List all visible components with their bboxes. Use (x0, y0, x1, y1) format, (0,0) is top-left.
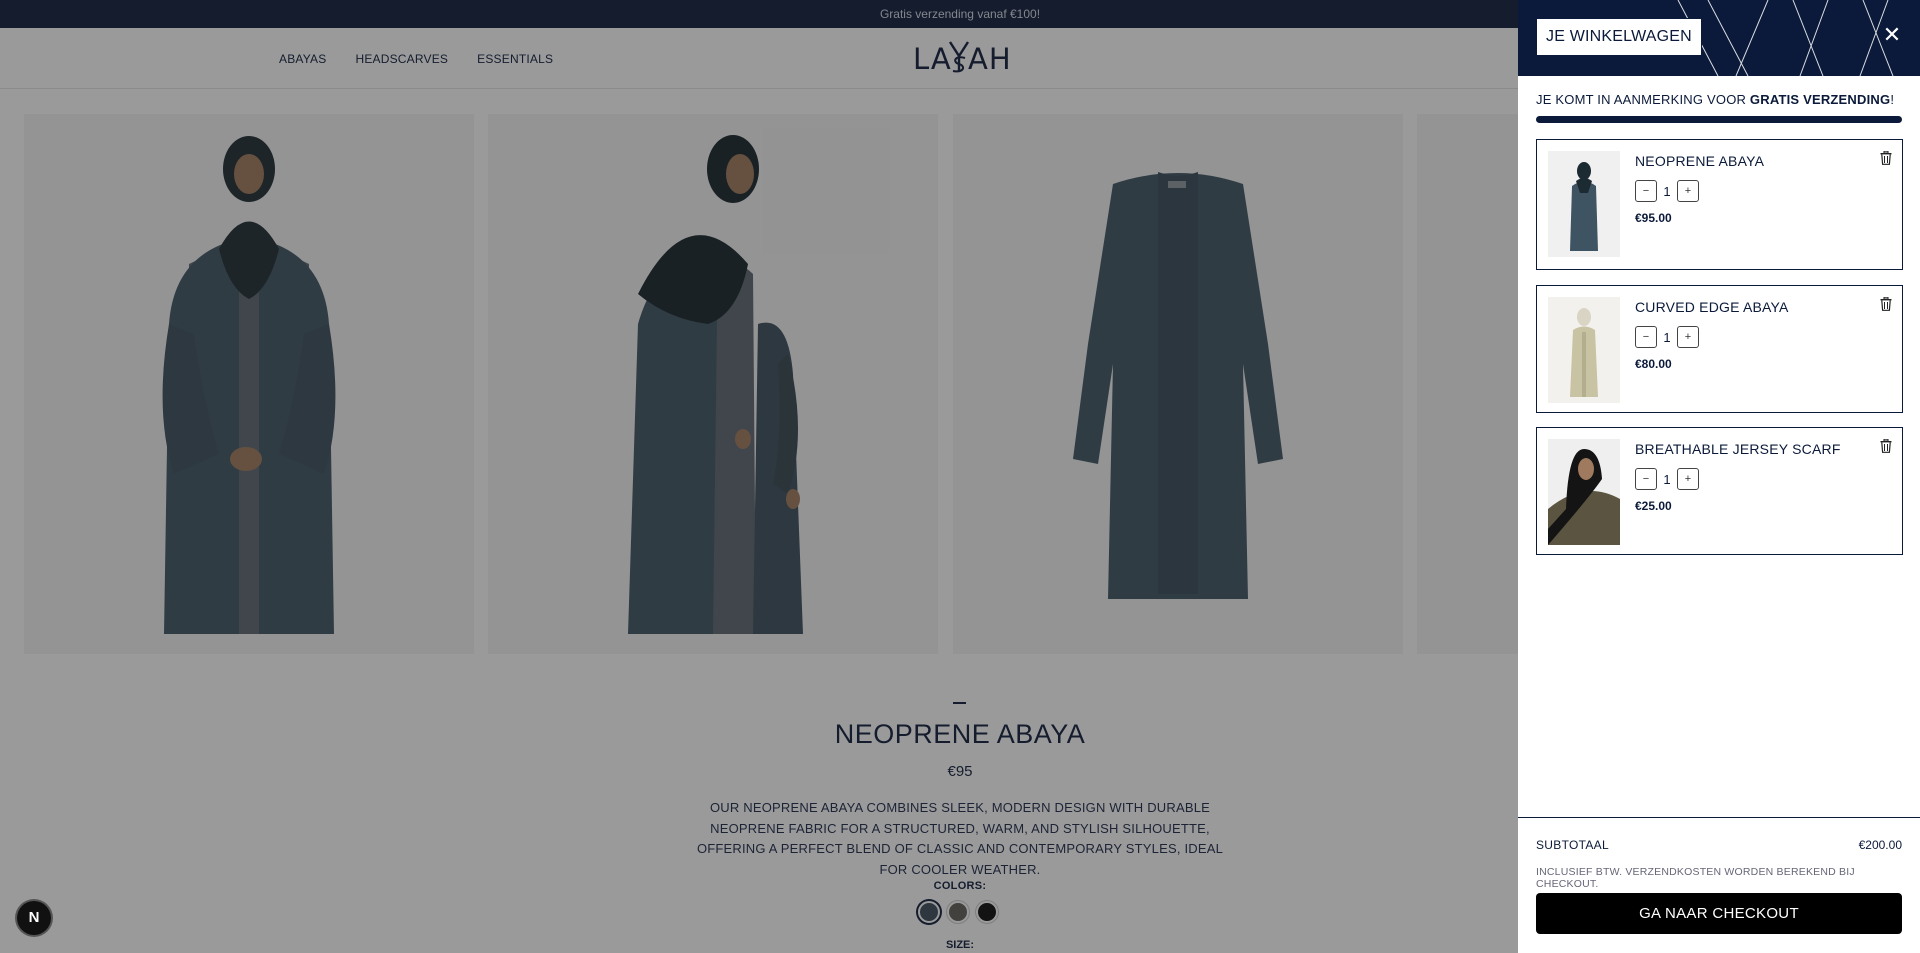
item-price: €80.00 (1635, 357, 1672, 371)
tax-note: INCLUSIEF BTW. VERZENDKOSTEN WORDEN BERE… (1536, 866, 1855, 890)
shipping-suffix: ! (1890, 92, 1895, 107)
decrease-button[interactable]: − (1635, 180, 1657, 202)
quantity-stepper: − 1 + (1635, 180, 1699, 202)
cart-header: JE WINKELWAGEN ✕ (1518, 0, 1920, 76)
item-name: CURVED EDGE ABAYA (1635, 299, 1789, 315)
shipping-prefix: JE KOMT IN AANMERKING VOOR (1536, 92, 1750, 107)
shipping-message: JE KOMT IN AANMERKING VOOR GRATIS VERZEN… (1536, 92, 1894, 107)
cart-title: JE WINKELWAGEN (1536, 18, 1702, 56)
trash-icon[interactable] (1880, 439, 1892, 453)
quantity-value: 1 (1663, 329, 1671, 345)
cart-item: BREATHABLE JERSEY SCARF − 1 + €25.00 (1536, 427, 1903, 555)
quantity-stepper: − 1 + (1635, 468, 1699, 490)
item-thumbnail[interactable] (1548, 297, 1620, 403)
item-name: NEOPRENE ABAYA (1635, 153, 1765, 169)
increase-button[interactable]: + (1677, 180, 1699, 202)
subtotal-label: SUBTOTAAL (1536, 838, 1609, 852)
item-thumbnail[interactable] (1548, 151, 1620, 257)
item-thumbnail[interactable] (1548, 439, 1620, 545)
increase-button[interactable]: + (1677, 468, 1699, 490)
quantity-stepper: − 1 + (1635, 326, 1699, 348)
footer-divider (1518, 817, 1920, 818)
quantity-value: 1 (1663, 471, 1671, 487)
item-price: €95.00 (1635, 211, 1672, 225)
item-price: €25.00 (1635, 499, 1672, 513)
trash-icon[interactable] (1880, 151, 1892, 165)
cart-item: CURVED EDGE ABAYA − 1 + €80.00 (1536, 285, 1903, 413)
cart-item: NEOPRENE ABAYA − 1 + €95.00 (1536, 139, 1903, 270)
page-overlay[interactable] (0, 0, 1518, 953)
shipping-bold: GRATIS VERZENDING (1749, 92, 1891, 107)
dev-badge[interactable]: N (17, 901, 51, 935)
close-icon[interactable]: ✕ (1881, 24, 1903, 46)
cart-drawer: JE WINKELWAGEN ✕ JE KOMT IN AANMERKING V… (1518, 0, 1920, 953)
item-name: BREATHABLE JERSEY SCARF (1635, 441, 1841, 457)
checkout-button[interactable]: GA NAAR CHECKOUT (1536, 893, 1902, 934)
shipping-progress-bar (1536, 116, 1902, 123)
quantity-value: 1 (1663, 183, 1671, 199)
subtotal-value: €200.00 (1858, 838, 1902, 852)
decrease-button[interactable]: − (1635, 326, 1657, 348)
trash-icon[interactable] (1880, 297, 1892, 311)
decrease-button[interactable]: − (1635, 468, 1657, 490)
increase-button[interactable]: + (1677, 326, 1699, 348)
